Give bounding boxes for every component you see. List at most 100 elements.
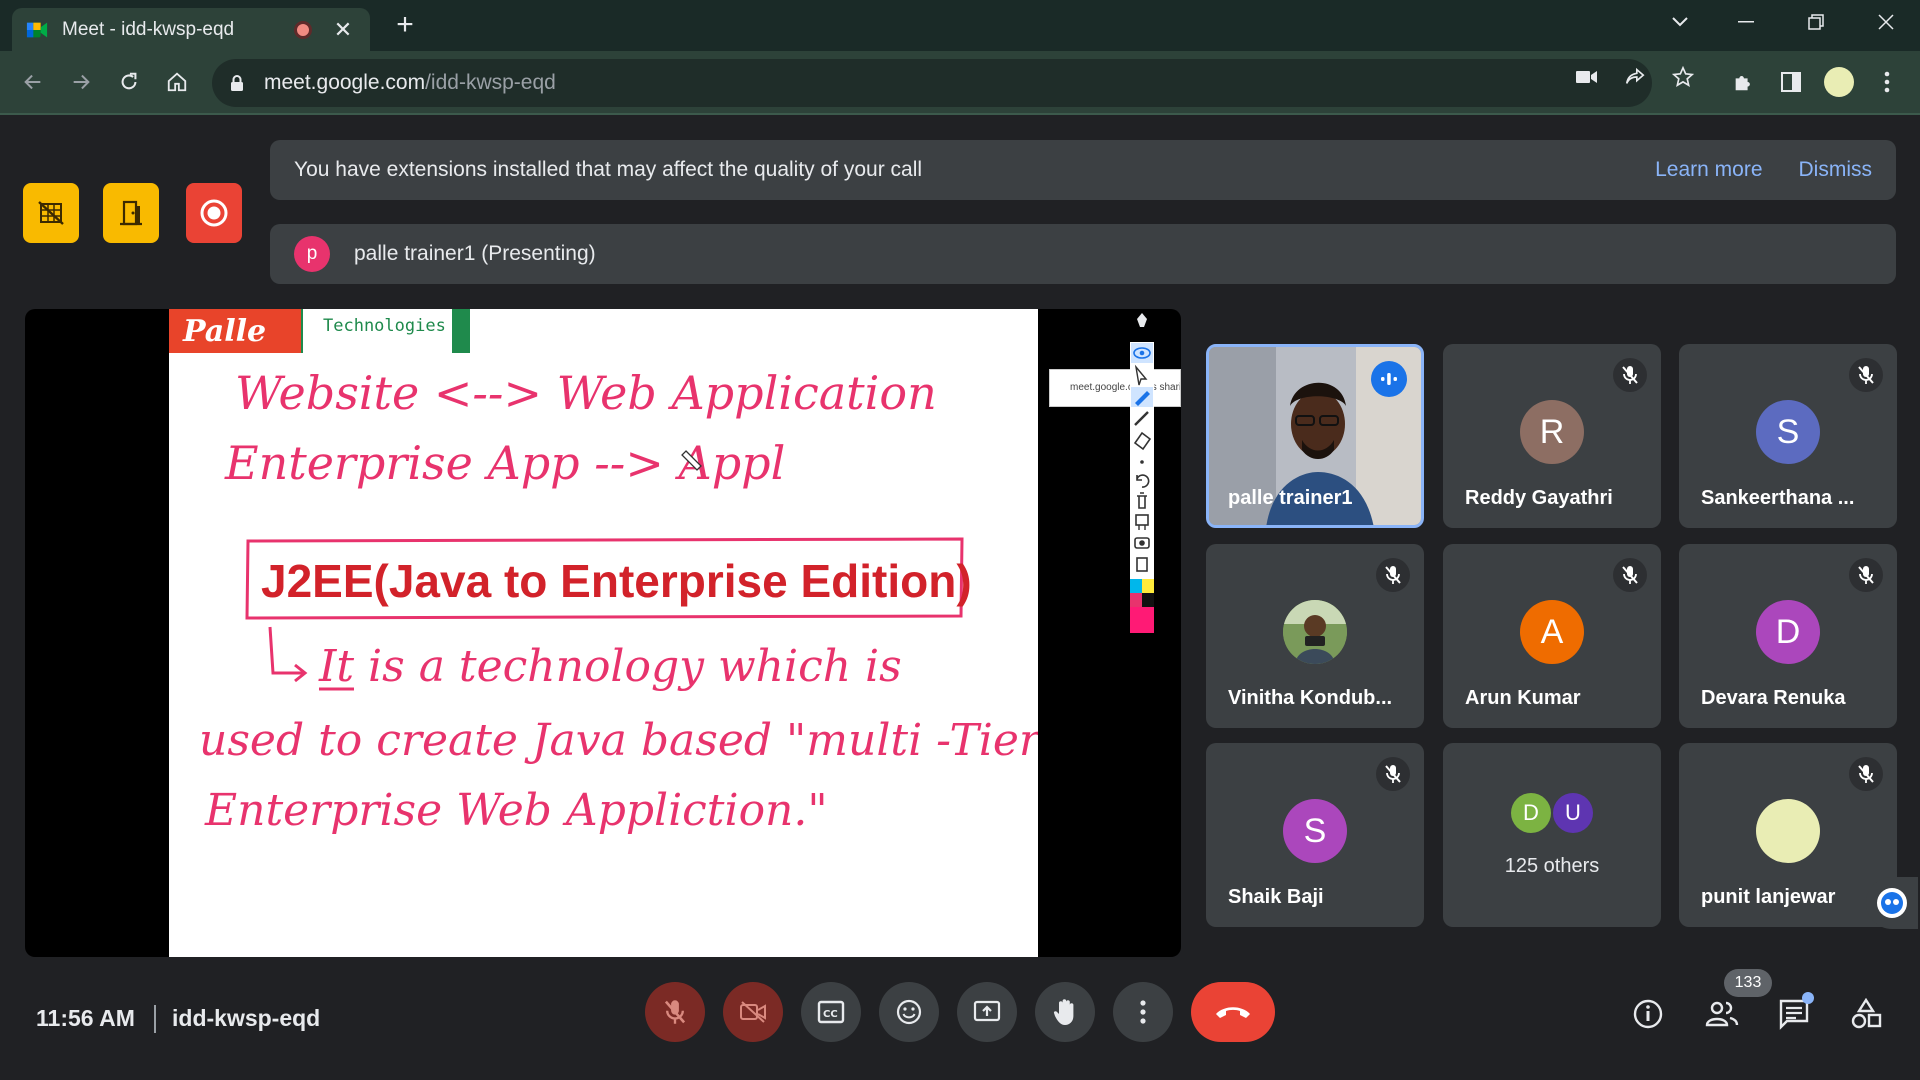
presentation-slide: Palle Technologies Website <--> Web Appl… [169, 309, 1038, 957]
extensions-puzzle-icon[interactable] [1726, 65, 1760, 99]
activities-button[interactable] [1844, 992, 1888, 1036]
presenting-bar: p palle trainer1 (Presenting) [270, 224, 1896, 284]
record-icon [200, 199, 228, 227]
participant-tile-devara-renuka[interactable]: D Devara Renuka [1679, 544, 1897, 728]
participant-tile-reddy-gayathri[interactable]: R Reddy Gayathri [1443, 344, 1661, 528]
slide-heading: J2EE(Java to Enterprise Edition) [261, 555, 972, 607]
tab-search-icon[interactable] [1660, 8, 1700, 36]
slide-line-1: Website <--> Web Application [235, 366, 937, 420]
participant-tile-sankeerthana[interactable]: S Sankeerthana ... [1679, 344, 1897, 528]
more-options-button[interactable] [1113, 982, 1173, 1042]
url-host: meet.google.com [264, 71, 426, 94]
meeting-time: 11:56 AM [36, 1005, 135, 1031]
slide-content: Palle Technologies Website <--> Web Appl… [169, 309, 1038, 836]
home-button[interactable] [160, 65, 194, 99]
color-pink-swatch[interactable] [1130, 593, 1142, 607]
meeting-details-button[interactable] [1626, 992, 1670, 1036]
participant-tile-punit-lanjewar[interactable]: punit lanjewar [1679, 743, 1897, 927]
new-tab-button[interactable]: + [390, 10, 420, 40]
camera-toggle-button[interactable] [723, 982, 783, 1042]
participant-avatar: R [1520, 400, 1584, 464]
browser-tab-strip: Meet - idd-kwsp-eqd ✕ + [0, 0, 1920, 51]
slide-body-2: used to create Java based "multi -Tier [199, 715, 1038, 766]
presenting-label: palle trainer1 (Presenting) [354, 242, 596, 265]
reactions-button[interactable] [879, 982, 939, 1042]
mic-off-icon [1613, 358, 1647, 392]
participant-tile-vinitha[interactable]: Vinitha Kondub... [1206, 544, 1424, 728]
minimize-window-icon[interactable] [1726, 8, 1766, 36]
captions-button[interactable]: CC [801, 982, 861, 1042]
people-icon [1705, 1001, 1739, 1027]
participant-avatar [1756, 799, 1820, 863]
camera-in-use-icon[interactable] [1574, 64, 1600, 90]
google-meet-favicon-icon [26, 22, 48, 37]
brand-sub-text: Technologies [323, 316, 446, 336]
participant-avatar: A [1520, 600, 1584, 664]
assistant-bot-button[interactable] [1866, 877, 1918, 929]
present-screen-button[interactable] [957, 982, 1017, 1042]
sharing-notice[interactable]: meet.google.com is sharing [1049, 369, 1181, 407]
close-tab-icon[interactable]: ✕ [330, 17, 356, 43]
camera-off-icon [740, 1001, 766, 1023]
hang-up-icon [1216, 1007, 1250, 1018]
participant-name: Shaik Baji [1228, 886, 1324, 908]
banner-message: You have extensions installed that may a… [294, 158, 923, 181]
tab-title: Meet - idd-kwsp-eqd [62, 18, 235, 40]
leave-call-button[interactable] [1191, 982, 1275, 1042]
leave-door-button[interactable] [103, 183, 159, 243]
presentation-stage[interactable]: Palle Technologies Website <--> Web Appl… [25, 309, 1181, 957]
back-button[interactable] [16, 65, 50, 99]
no-video-grid-icon [38, 201, 64, 225]
people-button[interactable] [1700, 992, 1744, 1036]
activities-shapes-icon [1851, 998, 1882, 1029]
presenter-avatar: p [294, 236, 330, 272]
side-panel-icon[interactable] [1774, 65, 1808, 99]
color-cyan-swatch[interactable] [1130, 579, 1142, 593]
learn-more-link[interactable]: Learn more [1655, 158, 1762, 182]
present-icon [973, 1000, 1001, 1022]
share-icon[interactable] [1622, 64, 1648, 90]
restore-window-icon[interactable] [1796, 8, 1836, 36]
color-black-swatch[interactable] [1142, 593, 1154, 607]
hand-icon [1053, 999, 1074, 1025]
reload-button[interactable] [112, 65, 146, 99]
participant-tile-arun-kumar[interactable]: A Arun Kumar [1443, 544, 1661, 728]
door-icon [120, 200, 142, 226]
participant-avatar: S [1756, 400, 1820, 464]
participant-tile-others[interactable]: D U 125 others [1443, 743, 1661, 927]
color-yellow-swatch[interactable] [1142, 579, 1154, 593]
others-avatar-2: U [1553, 793, 1593, 833]
pin-icon[interactable] [1137, 313, 1147, 327]
mic-off-icon [1849, 558, 1883, 592]
participant-tile-shaik-baji[interactable]: S Shaik Baji [1206, 743, 1424, 927]
slide-body-1: It is a technology which is [318, 641, 902, 692]
url-path: /idd-kwsp-eqd [425, 71, 556, 94]
current-color-swatch[interactable] [1130, 607, 1154, 633]
participant-avatar: S [1283, 799, 1347, 863]
participant-tile-palle-trainer1[interactable]: palle trainer1 [1206, 344, 1424, 528]
mic-off-icon [1376, 757, 1410, 791]
meet-page: You have extensions installed that may a… [0, 115, 1920, 1080]
close-window-icon[interactable] [1866, 8, 1906, 36]
bookmark-star-icon[interactable] [1670, 64, 1696, 90]
dot-size-icon[interactable] [1140, 460, 1144, 464]
meeting-code: idd-kwsp-eqd [172, 1005, 321, 1031]
microphone-toggle-button[interactable] [645, 982, 705, 1042]
visual-effects-off-button[interactable] [23, 183, 79, 243]
forward-button[interactable] [64, 65, 98, 99]
mic-off-icon [1376, 558, 1410, 592]
profile-avatar[interactable] [1822, 65, 1856, 99]
browser-menu-icon[interactable] [1870, 65, 1904, 99]
raise-hand-button[interactable] [1035, 982, 1095, 1042]
recording-indicator-icon [294, 20, 312, 39]
chat-notification-dot [1802, 992, 1814, 1004]
annotation-toolbar[interactable] [1130, 309, 1154, 649]
dismiss-button[interactable]: Dismiss [1799, 158, 1873, 182]
bot-icon [1877, 888, 1907, 918]
info-icon [1633, 999, 1663, 1029]
record-button[interactable] [186, 183, 242, 243]
lock-icon[interactable] [228, 74, 246, 92]
browser-tab-meet[interactable]: Meet - idd-kwsp-eqd ✕ [12, 8, 370, 51]
address-bar[interactable]: meet.google.com/idd-kwsp-eqd [212, 59, 1652, 107]
browser-toolbar: meet.google.com/idd-kwsp-eqd [0, 51, 1920, 115]
